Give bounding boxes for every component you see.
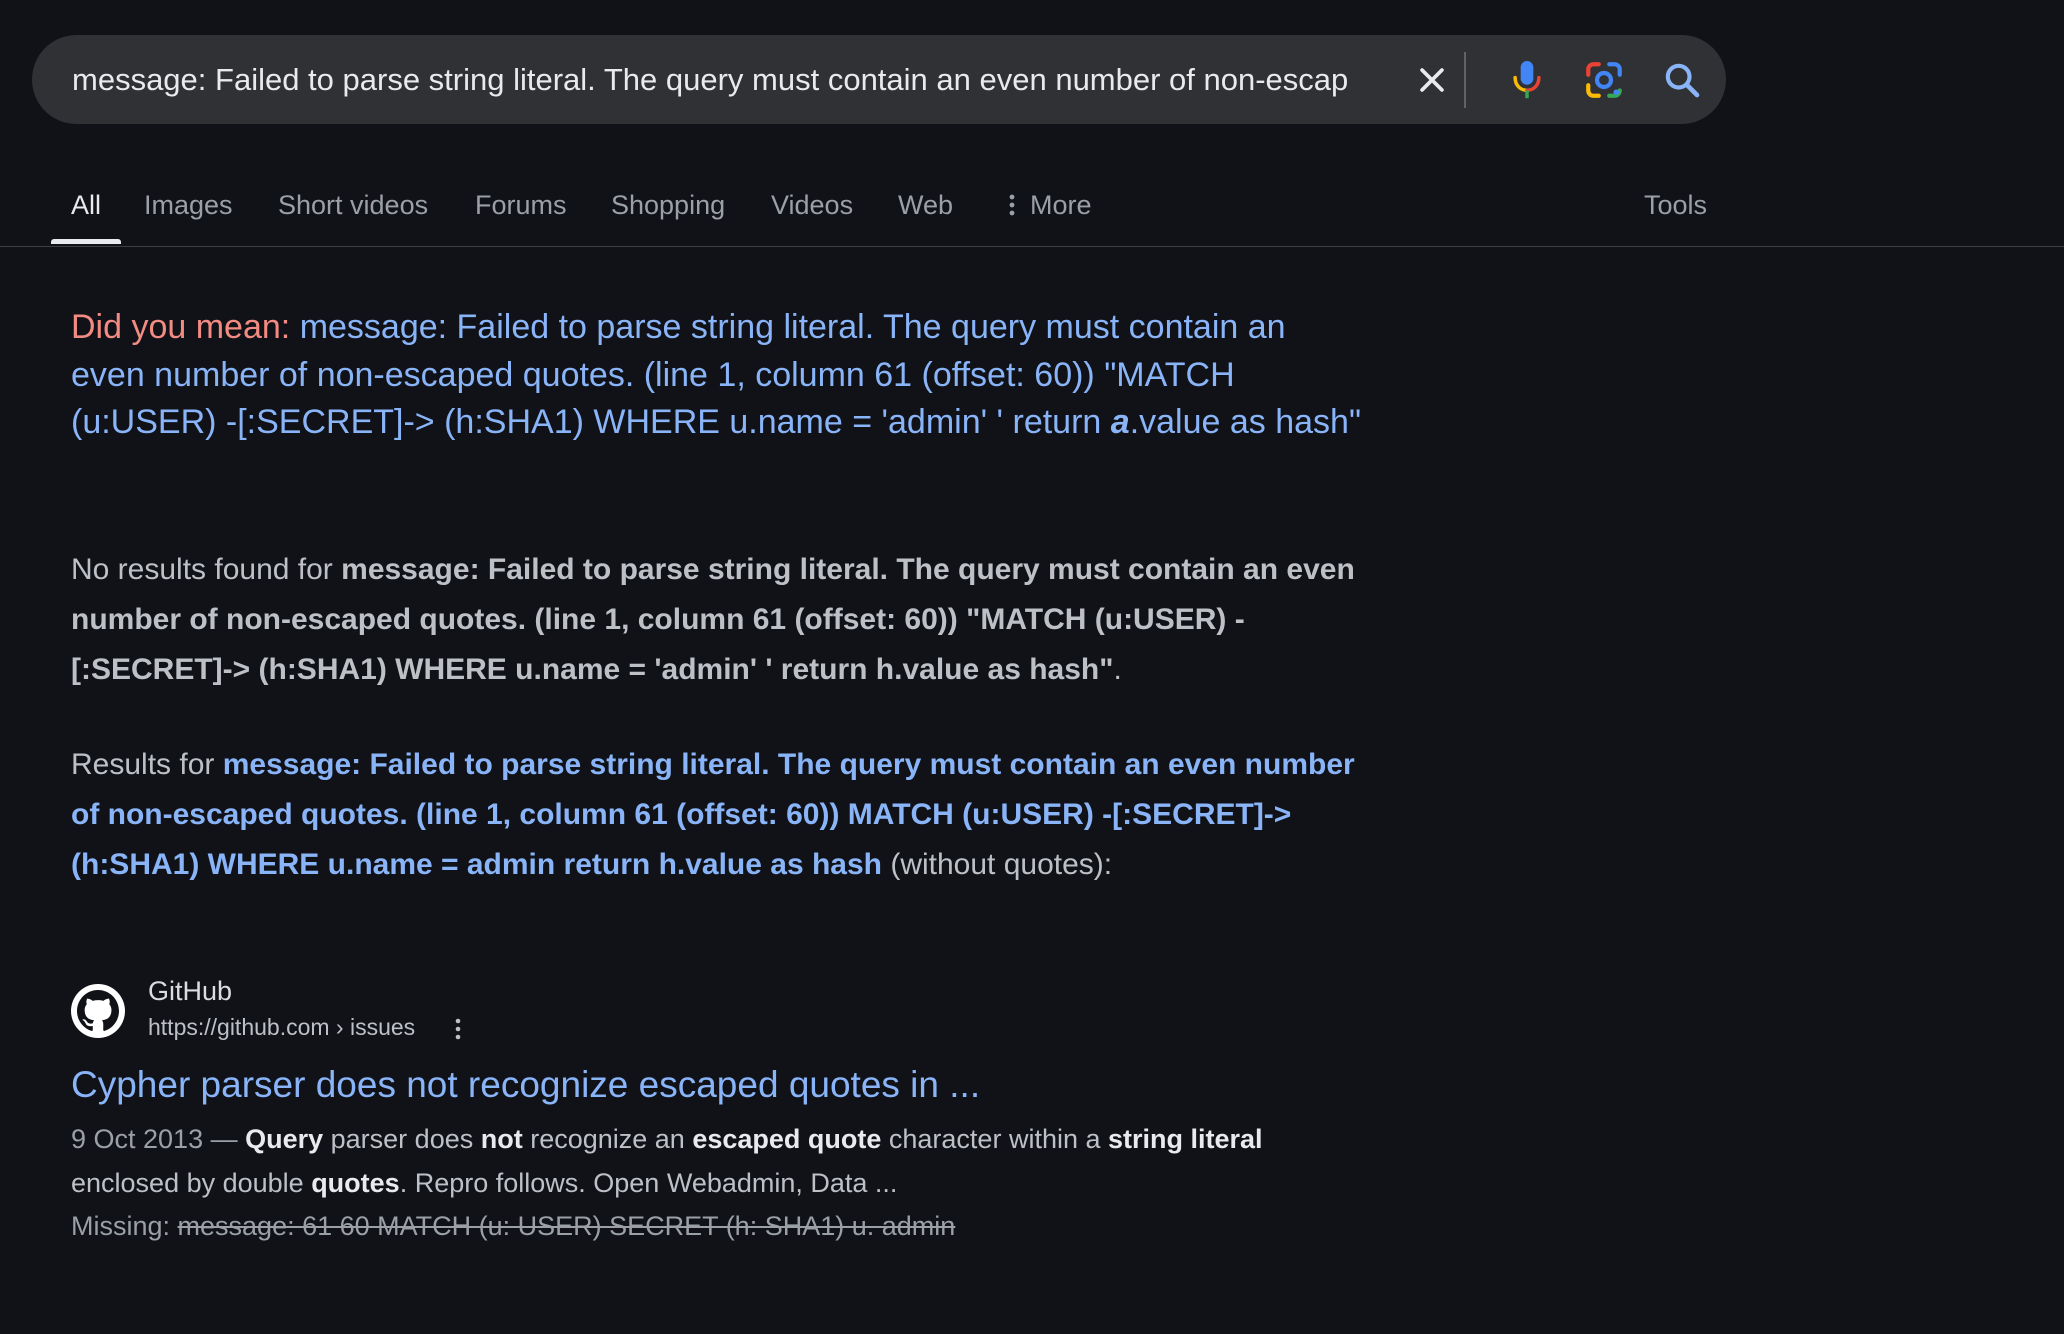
no-results-prefix: No results found for [71, 553, 342, 586]
search-button[interactable] [1650, 35, 1714, 124]
search-tabs: All Images Short videos Forums Shopping … [0, 180, 2064, 247]
snippet-text: parser does [323, 1124, 481, 1154]
close-icon [1420, 67, 1444, 92]
tab-forums[interactable]: Forums [475, 190, 567, 221]
active-tab-indicator [51, 239, 121, 244]
search-divider [1464, 52, 1466, 108]
google-lens-icon [1586, 61, 1622, 98]
result-site-name: GitHub [148, 976, 233, 1006]
voice-search-button[interactable] [1495, 35, 1559, 124]
snippet-text: recognize an [522, 1124, 693, 1154]
search-result: GitHub https://github.com › issues Cyphe… [71, 974, 1361, 1241]
snippet-text: Query [245, 1124, 324, 1154]
search-input[interactable]: message: Failed to parse string literal.… [72, 35, 1402, 124]
snippet-text: escaped quote [692, 1124, 882, 1154]
clear-search-button[interactable] [1404, 35, 1460, 124]
lens-search-button[interactable] [1572, 35, 1636, 124]
more-vert-icon [1009, 194, 1015, 216]
result-source[interactable]: GitHub https://github.com › issues [71, 974, 1361, 1046]
tab-all[interactable]: All [71, 190, 101, 221]
result-url: https://github.com › issues [148, 1014, 416, 1040]
tab-short-videos[interactable]: Short videos [278, 190, 428, 221]
tools-button[interactable]: Tools [1644, 190, 1707, 221]
did-you-mean-correction: a [1110, 403, 1130, 441]
search-bar: message: Failed to parse string literal.… [32, 35, 1726, 124]
missing-terms: Missing: message: 61 60 MATCH (u: USER) … [71, 1205, 955, 1249]
more-vert-icon [455, 1018, 461, 1040]
no-results-suffix: . [1113, 653, 1122, 686]
snippet-text: quotes [311, 1167, 400, 1198]
tab-images[interactable]: Images [144, 190, 233, 221]
did-you-mean-label: Did you mean: [71, 308, 291, 346]
tab-videos[interactable]: Videos [771, 190, 853, 221]
tab-web[interactable]: Web [898, 190, 953, 221]
snippet-text: character within a [881, 1124, 1108, 1154]
result-title-link[interactable]: Cypher parser does not recognize escaped… [71, 1064, 980, 1106]
no-results-message: No results found for message: Failed to … [71, 545, 1361, 695]
did-you-mean: Did you mean: message: Failed to parse s… [71, 304, 1361, 447]
results-for-prefix: Results for [71, 748, 223, 781]
tab-shopping[interactable]: Shopping [611, 190, 725, 221]
result-snippet: 9 Oct 2013 — Query parser does not recog… [71, 1118, 1361, 1205]
results-for-message: Results for message: Failed to parse str… [71, 740, 1361, 890]
microphone-icon [1513, 60, 1541, 98]
snippet-text: enclosed by double [71, 1167, 312, 1198]
snippet-text: not [480, 1124, 523, 1154]
snippet-text: string literal [1108, 1124, 1263, 1154]
results-for-query-link[interactable]: message: Failed to parse string literal.… [71, 748, 1355, 881]
missing-terms-list: message: 61 60 MATCH (u: USER) SECRET (h… [177, 1211, 956, 1241]
result-date: 9 Oct 2013 — [71, 1124, 246, 1154]
github-icon [71, 984, 125, 1038]
missing-label: Missing: [71, 1211, 178, 1241]
results-for-suffix: (without quotes): [882, 848, 1113, 881]
search-icon [1665, 63, 1700, 97]
tab-more-label: More [1030, 190, 1092, 220]
snippet-text: . Repro follows. Open Webadmin, Data ... [399, 1167, 898, 1198]
result-menu-button[interactable] [443, 1012, 473, 1046]
tab-more[interactable]: More [1008, 190, 1092, 221]
did-you-mean-text-end: .value as hash" [1129, 403, 1362, 441]
